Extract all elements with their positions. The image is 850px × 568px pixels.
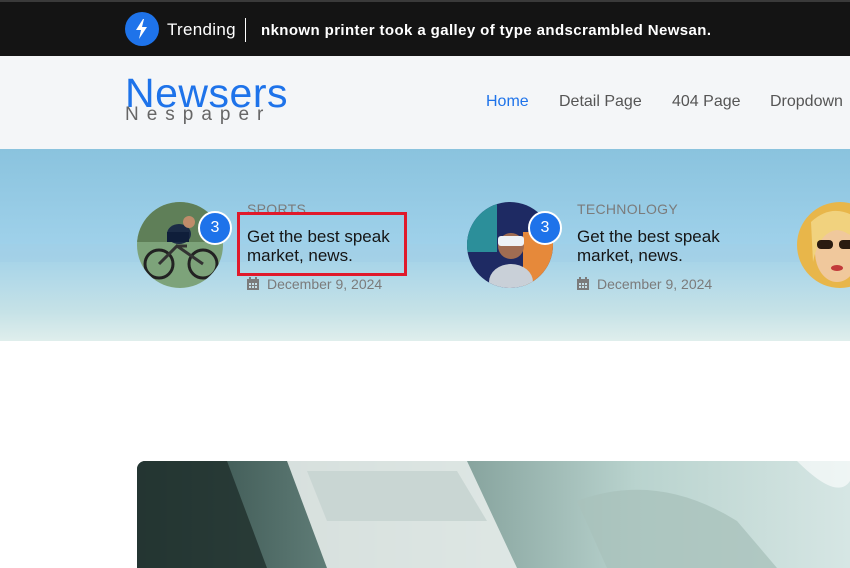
trending-bar: Trending nknown printer took a galley of…: [0, 0, 850, 56]
category-label[interactable]: TECHNOLOGY: [577, 201, 678, 217]
featured-title[interactable]: Get the best speak market, news.: [577, 227, 737, 265]
trending-ticker[interactable]: nknown printer took a galley of type and…: [261, 22, 711, 39]
post-date: December 9, 2024: [597, 276, 713, 292]
site-tagline: Nespaper: [125, 104, 272, 125]
calendar-icon: [577, 277, 589, 290]
highlight-box: [237, 212, 407, 276]
site-header: Newsers Nespaper Home Detail Page 404 Pa…: [0, 56, 850, 149]
trending-label: Trending: [167, 20, 236, 39]
nav-404-page[interactable]: 404 Page: [672, 93, 741, 111]
comment-count-badge: 3: [528, 211, 562, 245]
nav-home[interactable]: Home: [486, 93, 529, 111]
lightning-icon: [125, 12, 159, 46]
post-date: December 9, 2024: [267, 276, 383, 292]
calendar-icon: [247, 277, 259, 290]
article-hero-image[interactable]: [137, 461, 850, 568]
comment-count-badge: 3: [198, 211, 232, 245]
nav-detail-page[interactable]: Detail Page: [559, 93, 642, 111]
trending-divider: [245, 18, 246, 42]
nav-dropdown[interactable]: Dropdown: [770, 93, 843, 111]
